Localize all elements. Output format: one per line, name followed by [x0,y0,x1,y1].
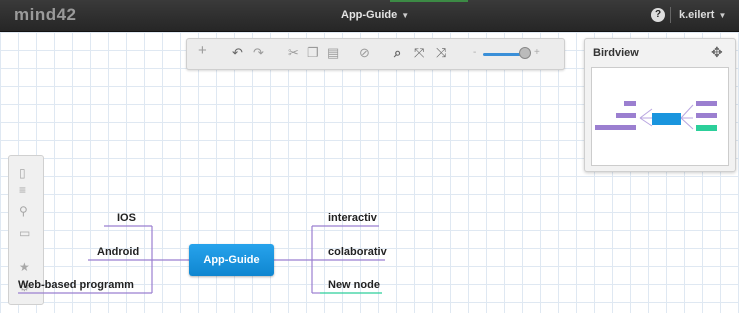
chevron-down-icon: ▼ [401,11,410,20]
map-title: App-Guide [341,9,398,21]
node-ios[interactable]: IOS [117,212,136,224]
zoom-slider-handle[interactable] [519,47,531,59]
zoom-in-button[interactable]: + [534,47,540,58]
cut-icon[interactable]: ✂ [288,46,299,60]
paste-icon[interactable]: ▤ [327,46,339,60]
top-bar: mind42 App-Guide ▼ ? k.eilert ▼ [0,0,739,32]
node-web-based-programm[interactable]: Web-based programm [18,279,134,291]
node-interactiv[interactable]: interactiv [328,212,377,224]
root-node[interactable]: App-Guide [189,244,274,276]
zoom-out-button[interactable]: - [473,47,476,58]
user-name: k.eilert [679,9,715,21]
fit-icon[interactable]: ⤧ [414,46,424,60]
birdview-minimap[interactable] [591,67,729,166]
note-icon[interactable]: ▯ [19,166,26,180]
copy-icon[interactable]: ❐ [307,46,319,60]
user-menu[interactable]: k.eilert ▼ [679,9,726,21]
redo-icon[interactable]: ↷ [253,46,264,60]
minimap-graphic [595,101,717,131]
map-title-dropdown[interactable]: App-Guide ▼ [341,9,409,21]
birdview-title: Birdview [593,47,639,59]
image-icon[interactable]: ▭ [19,226,30,240]
add-node-icon[interactable]: + [198,43,207,58]
search-icon[interactable]: ⌕ [394,46,401,60]
birdview-panel: Birdview ✥ [584,38,736,172]
top-accent-line [390,0,468,2]
node-new-node[interactable]: New node [328,279,380,291]
delete-icon[interactable]: ⊘ [359,46,370,60]
list-icon[interactable]: ≡ [19,183,26,197]
undo-icon[interactable]: ↶ [232,46,243,60]
help-icon[interactable]: ? [651,8,665,22]
divider [670,7,671,23]
node-colaborativ[interactable]: colaborativ [328,246,387,258]
crosshair-icon[interactable]: ✥ [711,44,723,61]
star-icon[interactable]: ★ [19,260,30,274]
link-icon[interactable]: ⚲ [19,204,28,218]
chevron-down-icon: ▼ [718,11,727,20]
app-logo[interactable]: mind42 [14,5,77,25]
edit-toolbar: + ↶ ↷ ✂ ❐ ▤ ⊘ ⌕ ⤧ ⤨ - + [186,38,565,70]
center-icon[interactable]: ⤨ [436,46,446,60]
node-android[interactable]: Android [97,246,139,258]
